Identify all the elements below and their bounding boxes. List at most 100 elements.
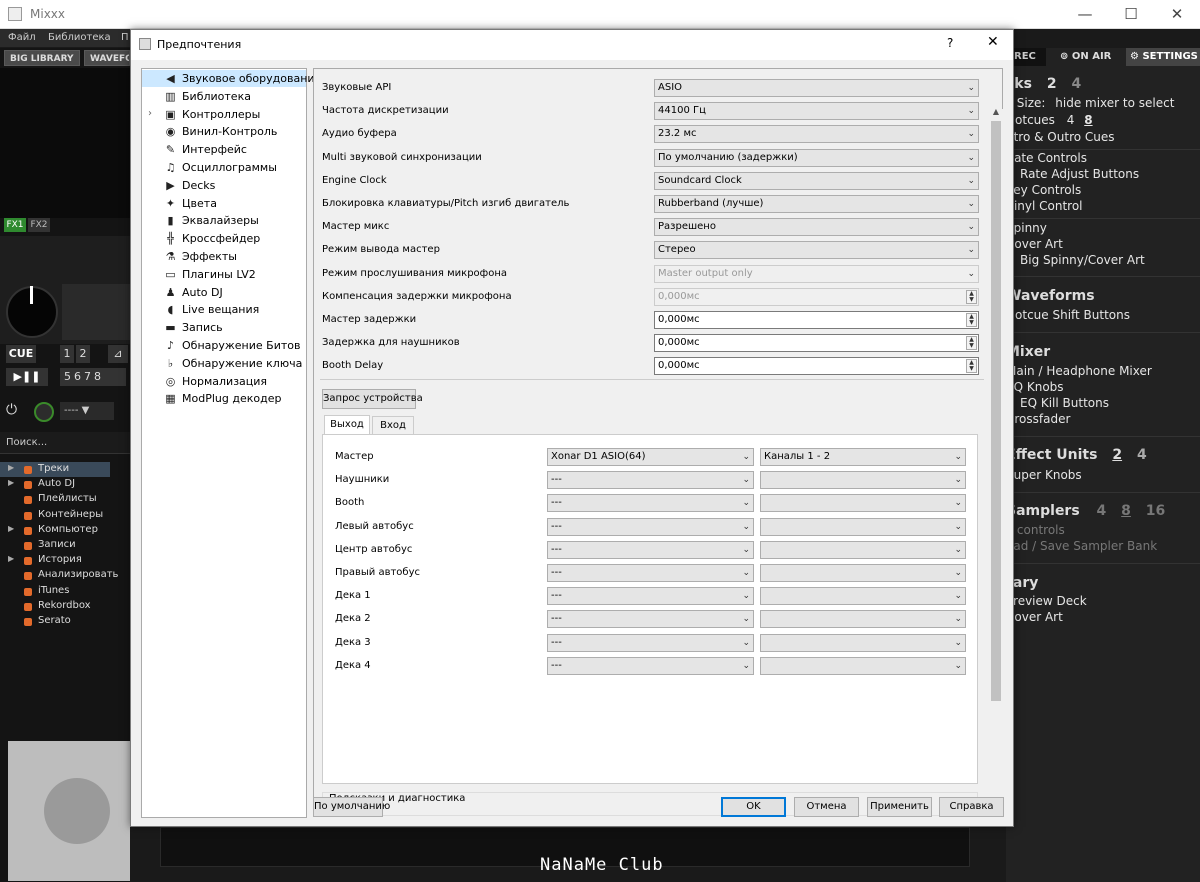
output-channels-dropdown[interactable]: ⌄	[760, 494, 966, 513]
key-controls-option[interactable]: Key Controls	[1006, 183, 1081, 197]
play-pause-button[interactable]: ▶❚❚	[6, 368, 48, 386]
nav-item[interactable]: ▦ ModPlug декодер	[142, 390, 306, 407]
output-channels-dropdown[interactable]: ⌄	[760, 517, 966, 536]
big-spinny-option[interactable]: Big Spinny/Cover Art	[1020, 253, 1145, 267]
library-cover-art-option[interactable]: Cover Art	[1006, 610, 1063, 624]
tab-output[interactable]: Выход	[324, 415, 370, 435]
hotcue-6[interactable]: 6	[74, 370, 84, 383]
close-button[interactable]: ✕	[1154, 0, 1200, 29]
setting-dropdown[interactable]: Стерео ⌄	[654, 241, 979, 260]
nav-item[interactable]: › ▣ Контроллеры	[142, 106, 306, 123]
setting-spinbox[interactable]: 0,000мс ▲ ▼	[654, 311, 979, 329]
nav-item[interactable]: ▶ Decks	[142, 177, 306, 194]
library-tree-item[interactable]: Плейлисты	[0, 492, 110, 507]
nav-item[interactable]: ◉ Винил-Контроль	[142, 123, 306, 140]
library-tree-item[interactable]: Контейнеры	[0, 508, 110, 523]
minimize-button[interactable]: —	[1062, 0, 1108, 29]
defaults-button[interactable]: По умолчанию	[313, 797, 390, 817]
nav-item[interactable]: ♪ Обнаружение Битов	[142, 337, 306, 354]
output-device-dropdown[interactable]: --- ⌄	[547, 587, 754, 606]
nav-item[interactable]: ▮ Эквалайзеры	[142, 212, 306, 229]
hotcue-7[interactable]: 7	[84, 370, 94, 383]
setting-dropdown[interactable]: ASIO ⌄	[654, 79, 979, 97]
nav-item[interactable]: ▥ Библиотека	[142, 88, 306, 105]
dialog-help-button[interactable]: ?	[947, 36, 953, 50]
rate-adjust-option[interactable]: Rate Adjust Buttons	[1020, 167, 1139, 181]
intro-outro-option[interactable]: ntro & Outro Cues	[1006, 130, 1115, 144]
expand-chevron-icon[interactable]: ›	[148, 108, 152, 119]
nav-item[interactable]: ◀ Звуковое оборудование	[142, 70, 321, 87]
output-channels-dropdown[interactable]: ⌄	[760, 471, 966, 490]
eq-knobs-option[interactable]: EQ Knobs	[1006, 380, 1064, 394]
library-tree-item[interactable]: ▶ Треки	[0, 462, 110, 477]
eq-kill-option[interactable]: EQ Kill Buttons	[1020, 396, 1109, 410]
setting-dropdown[interactable]: Разрешено ⌄	[654, 218, 979, 237]
setting-dropdown[interactable]: 23.2 мс ⌄	[654, 125, 979, 144]
super-knobs-option[interactable]: Super Knobs	[1006, 468, 1082, 482]
output-channels-dropdown[interactable]: ⌄	[760, 610, 966, 629]
library-tree-item[interactable]: ▶ Auto DJ	[0, 477, 110, 492]
hotcues-option[interactable]: Hotcues 4 8	[1006, 113, 1093, 127]
main-headphone-option[interactable]: Main / Headphone Mixer	[1006, 364, 1152, 378]
menu-partial[interactable]: П	[121, 32, 129, 43]
setting-spinbox[interactable]: 0,000мс ▲ ▼	[654, 357, 979, 376]
expand-arrow-icon[interactable]: ▶	[8, 524, 14, 533]
hotcue-2[interactable]: 2	[76, 345, 90, 363]
output-channels-dropdown[interactable]: ⌄	[760, 564, 966, 582]
gain-knob[interactable]	[34, 402, 54, 422]
scroll-up-icon[interactable]: ▲	[989, 107, 1003, 119]
fx-controls-option[interactable]: x controls	[1006, 523, 1065, 537]
output-channels-dropdown[interactable]: ⌄	[760, 587, 966, 606]
search-input[interactable]: Поиск...	[0, 432, 130, 454]
preview-deck-option[interactable]: Preview Deck	[1006, 594, 1087, 608]
tab-input[interactable]: Вход	[372, 416, 414, 435]
nav-item[interactable]: ⚗ Эффекты	[142, 248, 306, 265]
library-tree-item[interactable]: Записи	[0, 538, 110, 553]
cue-button[interactable]: CUE	[6, 345, 36, 363]
nav-item[interactable]: ✎ Интерфейс	[142, 141, 306, 158]
output-device-dropdown[interactable]: --- ⌄	[547, 656, 754, 675]
setting-dropdown[interactable]: Soundcard Clock ⌄	[654, 171, 979, 190]
hotcue-1[interactable]: 1	[60, 345, 74, 363]
cancel-button[interactable]: Отмена	[794, 797, 859, 817]
hotcue-8[interactable]: 8	[94, 370, 104, 383]
library-tree-item[interactable]: Rekordbox	[0, 599, 110, 614]
nav-item[interactable]: ▭ Плагины LV2	[142, 266, 306, 283]
nav-item[interactable]: ♟ Auto DJ	[142, 284, 306, 301]
dialog-close-button[interactable]: ✕	[987, 34, 999, 50]
setting-dropdown[interactable]: По умолчанию (задержки) ⌄	[654, 148, 979, 167]
ok-button[interactable]: OK	[721, 797, 786, 817]
menu-file[interactable]: Файл	[8, 32, 36, 43]
crossfader-option[interactable]: Crossfader	[1006, 412, 1070, 426]
fx2-button[interactable]: FX2	[28, 218, 50, 232]
library-tree-item[interactable]: iTunes	[0, 584, 110, 599]
query-devices-button[interactable]: Запрос устройства	[322, 389, 423, 409]
hotcue-shift-option[interactable]: Hotcue Shift Buttons	[1006, 308, 1130, 322]
library-tree-item[interactable]: Serato	[0, 614, 110, 629]
rate-controls-option[interactable]: Rate Controls	[1006, 151, 1087, 165]
on-air-button[interactable]: ⊚ ON AIR	[1050, 48, 1120, 66]
hotcue-extra[interactable]: ⊿	[108, 345, 128, 363]
spin-arrows-icon[interactable]: ▲ ▼	[966, 313, 977, 327]
content-scrollbar[interactable]: ▲ ▼	[989, 107, 1003, 819]
menu-library[interactable]: Библиотека	[48, 32, 111, 43]
nav-item[interactable]: ▬ Запись	[142, 319, 306, 336]
output-channels-dropdown[interactable]: Каналы 1 - 2 ⌄	[760, 448, 966, 466]
output-channels-dropdown[interactable]: ⌄	[760, 633, 966, 652]
nav-item[interactable]: ╬ Кроссфейдер	[142, 230, 306, 247]
maximize-button[interactable]: ☐	[1108, 0, 1154, 29]
hotcue-row-2[interactable]: 5678	[60, 368, 126, 386]
setting-dropdown[interactable]: Rubberband (лучше) ⌄	[654, 195, 979, 213]
output-channels-dropdown[interactable]: ⌄	[760, 540, 966, 559]
vinyl-control-option[interactable]: Vinyl Control	[1006, 199, 1083, 213]
spin-arrows-icon[interactable]: ▲ ▼	[966, 289, 977, 304]
output-device-dropdown[interactable]: --- ⌄	[547, 540, 754, 559]
expand-arrow-icon[interactable]: ▶	[8, 554, 14, 563]
output-device-dropdown[interactable]: --- ⌄	[547, 610, 754, 629]
help-button[interactable]: Справка	[939, 797, 1004, 817]
library-tree-item[interactable]: ▶ Компьютер	[0, 523, 110, 538]
expand-arrow-icon[interactable]: ▶	[8, 478, 14, 487]
load-save-sampler-option[interactable]: oad / Save Sampler Bank	[1006, 539, 1157, 553]
preview-spinny-icon[interactable]	[44, 778, 110, 844]
nav-item[interactable]: ✦ Цвета	[142, 195, 306, 212]
